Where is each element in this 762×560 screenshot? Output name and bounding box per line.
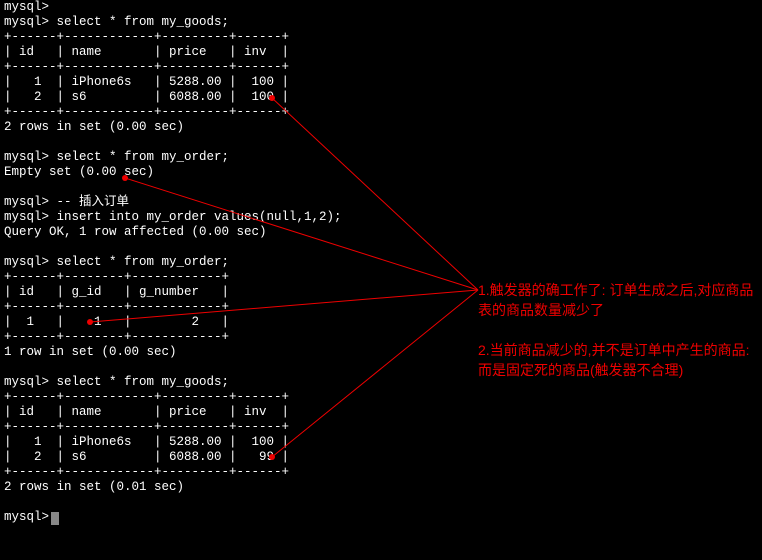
terminal-line: | 2 | s6 | 6088.00 | 99 | <box>4 450 758 465</box>
terminal-line: mysql> <box>4 0 758 15</box>
marker-dot <box>87 319 93 325</box>
terminal-line: | id | name | price | inv | <box>4 405 758 420</box>
terminal-line: | 1 | iPhone6s | 5288.00 | 100 | <box>4 75 758 90</box>
terminal-line <box>4 495 758 510</box>
terminal-line: mysql> insert into my_order values(null,… <box>4 210 758 225</box>
terminal-line: mysql> select * from my_goods; <box>4 15 758 30</box>
terminal-line: | 1 | iPhone6s | 5288.00 | 100 | <box>4 435 758 450</box>
terminal-line: mysql> <box>4 510 758 525</box>
terminal-line: +------+------------+---------+------+ <box>4 420 758 435</box>
terminal-line: +------+------------+---------+------+ <box>4 60 758 75</box>
terminal-line <box>4 135 758 150</box>
terminal-output: mysql>mysql> select * from my_goods;+---… <box>0 0 762 525</box>
cursor <box>51 512 59 525</box>
terminal-line: +------+------------+---------+------+ <box>4 30 758 45</box>
marker-dot <box>269 95 275 101</box>
terminal-line: Empty set (0.00 sec) <box>4 165 758 180</box>
terminal-line: mysql> select * from my_order; <box>4 150 758 165</box>
marker-dot <box>122 175 128 181</box>
terminal-line: +------+------------+---------+------+ <box>4 390 758 405</box>
terminal-line: | id | name | price | inv | <box>4 45 758 60</box>
terminal-line: +------+------------+---------+------+ <box>4 465 758 480</box>
marker-dot <box>269 454 275 460</box>
annotation-text: 1.触发器的确工作了: 订单生成之后,对应商品表的商品数量减少了 2.当前商品减… <box>478 280 758 380</box>
terminal-line: | 2 | s6 | 6088.00 | 100 | <box>4 90 758 105</box>
terminal-line: mysql> -- 插入订单 <box>4 195 758 210</box>
terminal-line: +------+------------+---------+------+ <box>4 105 758 120</box>
annotation-paragraph-2: 2.当前商品减少的,并不是订单中产生的商品: 而是固定死的商品(触发器不合理) <box>478 340 758 380</box>
terminal-line <box>4 240 758 255</box>
annotation-paragraph-1: 1.触发器的确工作了: 订单生成之后,对应商品表的商品数量减少了 <box>478 280 758 320</box>
terminal-line <box>4 180 758 195</box>
terminal-line: 2 rows in set (0.00 sec) <box>4 120 758 135</box>
terminal-line: 2 rows in set (0.01 sec) <box>4 480 758 495</box>
terminal-line: Query OK, 1 row affected (0.00 sec) <box>4 225 758 240</box>
terminal-line: mysql> select * from my_order; <box>4 255 758 270</box>
